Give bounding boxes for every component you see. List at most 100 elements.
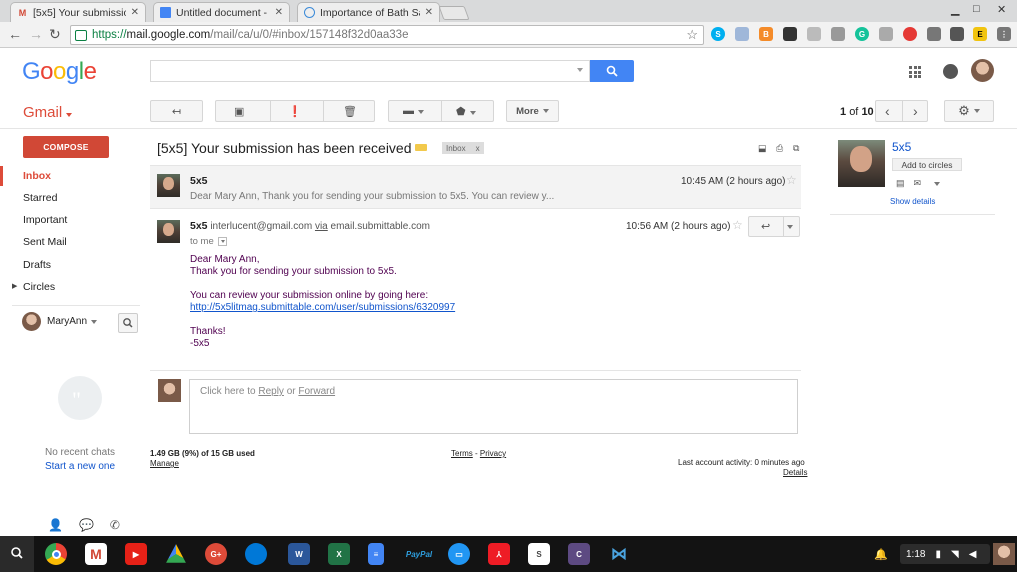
back-to-inbox-button[interactable]: ↤ <box>150 100 203 122</box>
show-details-icon[interactable] <box>218 236 228 246</box>
close-tab-icon[interactable]: ✕ <box>131 7 139 18</box>
delete-icon[interactable]: 🗑 <box>343 105 357 118</box>
window-close-icon[interactable]: ✕ <box>997 3 1006 16</box>
grammarly-extension-icon[interactable]: G <box>855 27 869 41</box>
via-link[interactable]: via <box>315 221 328 232</box>
sidebar-item-drafts[interactable]: Drafts <box>0 255 140 275</box>
tab-docs[interactable]: Untitled document - Goo ✕ <box>153 2 290 22</box>
eyedropper-extension-icon[interactable] <box>783 27 797 41</box>
forward-icon[interactable]: → <box>29 26 43 42</box>
extension-icon[interactable] <box>807 27 821 41</box>
new-window-icon[interactable]: ⧉ <box>793 143 799 154</box>
star-icon[interactable]: ☆ <box>732 218 743 232</box>
hangouts-icon[interactable]: 💬 <box>79 518 94 532</box>
settings-button[interactable]: ⚙ <box>944 100 994 122</box>
print-icon[interactable]: ⎙ <box>776 143 783 154</box>
launcher-button[interactable] <box>0 536 34 572</box>
message-collapsed[interactable]: 5x5 Dear Mary Ann, Thank you for sending… <box>150 165 801 209</box>
reply-box[interactable]: Click here to Reply or Forward <box>189 379 798 434</box>
sidebar-item-starred[interactable]: Starred <box>0 188 140 208</box>
contacts-icon[interactable]: 👤 <box>48 518 63 532</box>
sidebar-item-circles[interactable]: Circles <box>0 277 140 297</box>
recipient-line[interactable]: to me <box>190 236 228 247</box>
star-icon[interactable]: ☆ <box>786 173 797 187</box>
google-logo[interactable]: Google <box>22 58 97 86</box>
newer-chevron-icon[interactable]: ‹ <box>885 103 890 119</box>
start-new-chat-link[interactable]: Start a new one <box>0 461 160 472</box>
apps-grid-icon[interactable] <box>909 66 921 78</box>
hangouts-search-button[interactable] <box>118 313 138 333</box>
tab-gmail[interactable]: M [5x5] Your submission h ✕ <box>10 2 146 22</box>
c-app-icon[interactable]: C <box>568 543 590 565</box>
reload-icon[interactable]: ↻ <box>49 26 61 43</box>
youtube-icon[interactable]: ▶ <box>125 543 147 565</box>
sidebar-item-inbox[interactable]: Inbox <box>0 166 140 186</box>
account-avatar[interactable] <box>971 59 994 82</box>
importance-marker-icon[interactable] <box>415 144 427 151</box>
email-icon[interactable]: ✉ <box>914 178 922 189</box>
butterfly-app-icon[interactable]: ⋈ <box>608 543 630 565</box>
chrome-icon[interactable] <box>45 543 67 565</box>
search-input[interactable] <box>150 60 590 82</box>
address-bar[interactable]: https:// mail.google.com /mail/ca/u/0/#i… <box>70 25 704 45</box>
show-details-link[interactable]: Show details <box>890 197 935 206</box>
files-icon[interactable]: ▭ <box>448 543 470 565</box>
onedrive-icon[interactable] <box>245 543 267 565</box>
extension-icon[interactable] <box>950 27 964 41</box>
notifications-icon[interactable] <box>943 64 958 79</box>
labels-icon[interactable]: ⬟ <box>456 105 476 118</box>
notification-bell-icon[interactable]: 🔔 <box>874 548 888 561</box>
tab-bath-safety[interactable]: Importance of Bath Safe ✕ <box>297 2 440 22</box>
minimize-icon[interactable]: ▁ <box>951 3 959 16</box>
report-spam-icon[interactable]: ❗ <box>288 105 302 118</box>
close-tab-icon[interactable]: ✕ <box>425 7 433 18</box>
older-chevron-icon[interactable]: › <box>913 103 918 119</box>
extension-icon[interactable] <box>831 27 845 41</box>
cast-icon[interactable] <box>927 27 941 41</box>
terms-link[interactable]: Terms <box>451 449 473 458</box>
excel-icon[interactable]: X <box>328 543 350 565</box>
contact-card-icon[interactable]: ▤ <box>896 178 905 189</box>
reply-icon[interactable]: ↩ <box>761 220 770 233</box>
close-tab-icon[interactable]: ✕ <box>275 7 283 18</box>
archive-icon[interactable]: ▣ <box>234 105 244 118</box>
extension-icon[interactable]: E <box>973 27 987 41</box>
pdf-icon[interactable]: ⅄ <box>488 543 510 565</box>
add-to-circles-button[interactable]: Add to circles <box>892 158 962 171</box>
extension-icon[interactable] <box>735 27 749 41</box>
hangouts-user[interactable]: MaryAnn <box>22 312 98 331</box>
details-link[interactable]: Details <box>783 468 807 477</box>
sidebar-item-important[interactable]: Important <box>0 210 140 230</box>
menu-icon[interactable]: ⋮ <box>997 27 1011 41</box>
manage-storage-link[interactable]: Manage <box>150 459 179 468</box>
user-avatar[interactable] <box>993 543 1015 565</box>
gmail-app-icon[interactable]: M <box>85 543 107 565</box>
word-icon[interactable]: W <box>288 543 310 565</box>
more-button[interactable]: More <box>506 100 559 122</box>
search-options-icon[interactable] <box>577 68 583 72</box>
skype-extension-icon[interactable]: S <box>711 27 725 41</box>
forward-link[interactable]: Forward <box>298 386 335 397</box>
back-icon[interactable]: ← <box>8 26 22 42</box>
more-icon[interactable] <box>934 182 941 186</box>
docs-icon[interactable]: ≡ <box>368 543 384 565</box>
bookmark-star-icon[interactable]: ☆ <box>686 27 698 43</box>
submission-link[interactable]: http://5x5litmag.submittable.com/user/su… <box>190 302 455 313</box>
contact-name[interactable]: 5x5 <box>892 140 911 154</box>
extension-icon[interactable] <box>879 27 893 41</box>
remove-label-icon[interactable]: x <box>476 144 480 153</box>
privacy-link[interactable]: Privacy <box>480 449 506 458</box>
system-tray[interactable]: 1:18 ▮ ◥ ◀ <box>900 544 990 564</box>
sidebar-item-sent-mail[interactable]: Sent Mail <box>0 232 140 252</box>
paypal-icon[interactable]: PayPal <box>402 543 436 565</box>
move-to-folder-icon[interactable]: ▬ <box>403 105 424 117</box>
more-actions-icon[interactable] <box>787 225 793 229</box>
blogger-extension-icon[interactable]: B <box>759 27 773 41</box>
google-drive-icon[interactable] <box>166 544 186 563</box>
expand-all-icon[interactable]: ⬓ <box>758 143 767 154</box>
new-tab-button[interactable] <box>438 6 470 20</box>
search-button[interactable] <box>590 60 634 82</box>
compose-button[interactable]: COMPOSE <box>23 136 109 158</box>
google-plus-icon[interactable]: G+ <box>205 543 227 565</box>
gmail-menu[interactable]: Gmail <box>23 104 73 121</box>
